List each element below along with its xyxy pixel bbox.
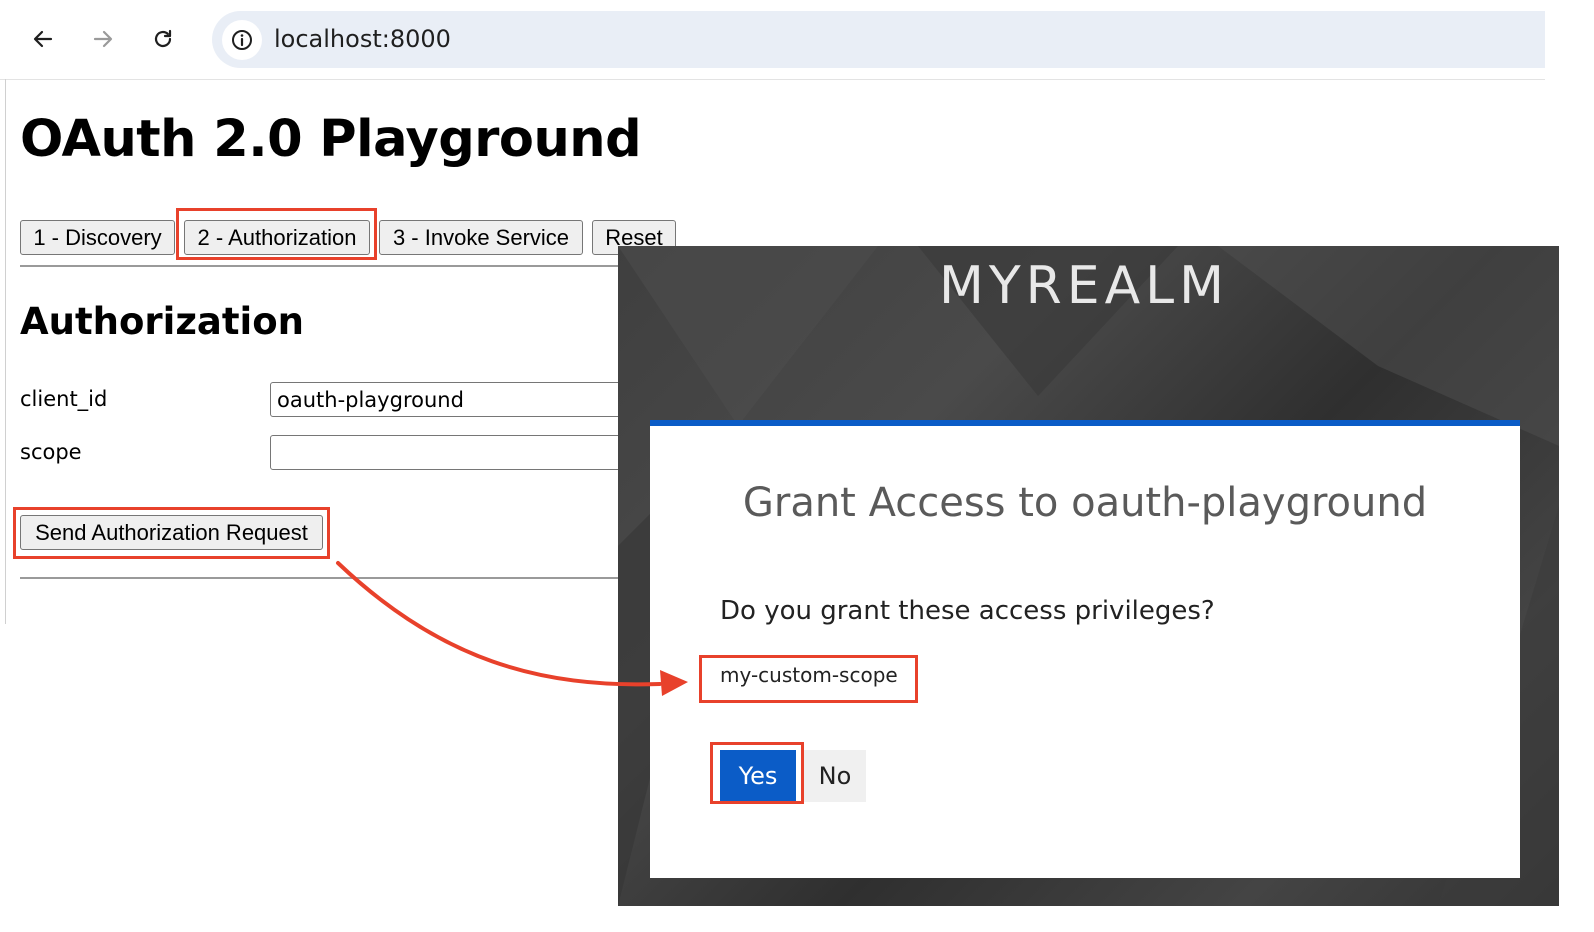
annotation-arrow	[336, 561, 688, 696]
